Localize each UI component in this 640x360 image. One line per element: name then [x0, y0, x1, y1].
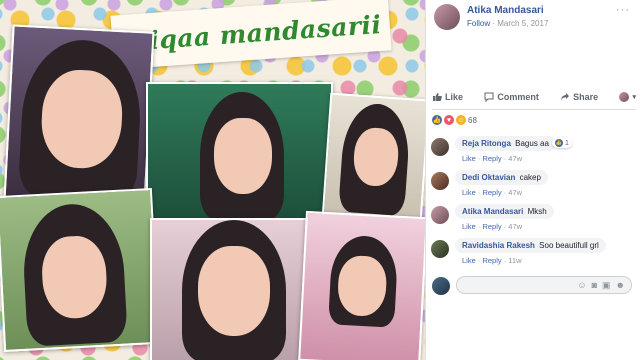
- reaction-summary[interactable]: 👍 ♥ ☺ 68: [432, 114, 477, 126]
- comment-reaction-badge[interactable]: 👍 1: [552, 138, 572, 148]
- portrait-photo-5: [150, 218, 314, 360]
- portrait-photo-3: [321, 92, 425, 222]
- portrait-photo-1: [3, 24, 155, 208]
- screen: atiqaa mandasarii Atika Mandasari Follow…: [0, 0, 640, 360]
- like-reaction-icon: 👍: [555, 139, 564, 147]
- comment-reply-link[interactable]: Reply: [482, 256, 501, 265]
- love-reaction-icon: ♥: [444, 115, 454, 125]
- like-reaction-icon: 👍: [432, 115, 442, 125]
- comment-reply-link[interactable]: Reply: [482, 188, 501, 197]
- viewer-avatar: [432, 277, 450, 295]
- comment-text: Bagus aa: [515, 139, 549, 148]
- like-label: Like: [445, 92, 464, 102]
- commenter-avatar[interactable]: [431, 172, 449, 190]
- haha-reaction-icon: ☺: [456, 115, 466, 125]
- follow-link[interactable]: Follow: [467, 19, 490, 28]
- comment-composer: ☺ ◙ ▣ ☻: [432, 276, 636, 296]
- comment-time[interactable]: 11w: [508, 256, 521, 265]
- comment-item: Atika Mandasari Mksh Like · Reply · 47w: [431, 202, 637, 236]
- comment-bubble: Dedi Oktavian cakep: [455, 170, 548, 185]
- comment-time[interactable]: 47w: [508, 222, 522, 231]
- comment-text: Soo beautifull grl: [539, 241, 599, 250]
- commenter-name[interactable]: Atika Mandasari: [462, 207, 523, 216]
- comment-item: Dedi Oktavian cakep Like · Reply · 47w: [431, 168, 637, 202]
- commenter-name[interactable]: Reja Ritonga: [462, 139, 511, 148]
- share-icon: [561, 93, 570, 101]
- reaction-count: 68: [468, 115, 477, 125]
- post-date[interactable]: March 5, 2017: [497, 19, 548, 28]
- commenter-name[interactable]: Dedi Oktavian: [462, 173, 515, 182]
- comment-time[interactable]: 47w: [508, 188, 522, 197]
- comment-links: Like · Reply · 11w: [462, 256, 522, 265]
- author-name[interactable]: Atika Mandasari: [467, 5, 544, 16]
- post-actions: Like Comment Share ▾: [432, 88, 636, 106]
- comment-text: cakep: [519, 173, 541, 182]
- composer-tools: ☺ ◙ ▣ ☻: [577, 280, 625, 291]
- commenter-avatar[interactable]: [431, 138, 449, 156]
- comment-links: Like · Reply · 47w: [462, 154, 523, 163]
- comment-bubble: Ravidashia Rakesh Soo beautifull grl: [455, 238, 606, 253]
- comment-reply-link[interactable]: Reply: [482, 154, 501, 163]
- comment-reply-link[interactable]: Reply: [482, 222, 501, 231]
- comment-bubble: Reja Ritonga Bagus aa 👍 1: [455, 136, 572, 151]
- comment-item: Ravidashia Rakesh Soo beautifull grl Lik…: [431, 236, 637, 270]
- comment-item: Reja Ritonga Bagus aa 👍 1 Like · Reply ·…: [431, 134, 637, 168]
- post-header: Atika Mandasari Follow · March 5, 2017 ·…: [434, 2, 634, 34]
- comment-icon: [484, 92, 494, 102]
- meta-separator: ·: [492, 19, 496, 28]
- portrait-photo-6: [298, 210, 425, 360]
- comment-text: Mksh: [527, 207, 547, 216]
- comment-like-link[interactable]: Like: [462, 256, 476, 265]
- comment-links: Like · Reply · 47w: [462, 188, 523, 197]
- comment-like-link[interactable]: Like: [462, 154, 476, 163]
- chevron-down-icon: ▾: [632, 94, 636, 101]
- audience-selector[interactable]: ▾: [619, 92, 636, 102]
- share-label: Share: [573, 92, 599, 102]
- comment-links: Like · Reply · 47w: [462, 222, 523, 231]
- actions-divider: [432, 109, 636, 110]
- comment-reaction-count: 1: [565, 139, 569, 147]
- gif-icon[interactable]: ▣: [602, 280, 611, 291]
- comment-like-link[interactable]: Like: [462, 222, 476, 231]
- commenter-avatar[interactable]: [431, 206, 449, 224]
- camera-icon[interactable]: ◙: [592, 280, 597, 291]
- comment-label: Comment: [497, 92, 539, 102]
- portrait-photo-4: [0, 188, 160, 352]
- comment-list: Reja Ritonga Bagus aa 👍 1 Like · Reply ·…: [431, 134, 637, 270]
- author-avatar[interactable]: [434, 4, 460, 30]
- post-side-panel: Atika Mandasari Follow · March 5, 2017 ·…: [425, 0, 640, 360]
- comment-like-link[interactable]: Like: [462, 188, 476, 197]
- commenter-name[interactable]: Ravidashia Rakesh: [462, 241, 535, 250]
- portrait-photo-2: [146, 82, 333, 222]
- more-icon[interactable]: ···: [616, 4, 630, 16]
- banner-text: atiqaa mandasarii: [119, 9, 383, 57]
- viewer-avatar: [619, 92, 630, 102]
- comment-bubble: Atika Mandasari Mksh: [455, 204, 554, 219]
- sticker-icon[interactable]: ☻: [616, 280, 625, 291]
- post-meta: Follow · March 5, 2017: [467, 19, 548, 28]
- post-photo-collage[interactable]: atiqaa mandasarii: [0, 0, 425, 360]
- thumbs-up-icon: [433, 93, 442, 101]
- comment-button[interactable]: Comment: [484, 92, 539, 102]
- emoji-icon[interactable]: ☺: [577, 280, 586, 291]
- comment-input[interactable]: ☺ ◙ ▣ ☻: [456, 276, 632, 294]
- share-button[interactable]: Share: [560, 92, 598, 102]
- comment-time[interactable]: 47w: [508, 154, 522, 163]
- like-button[interactable]: Like: [432, 92, 463, 102]
- commenter-avatar[interactable]: [431, 240, 449, 258]
